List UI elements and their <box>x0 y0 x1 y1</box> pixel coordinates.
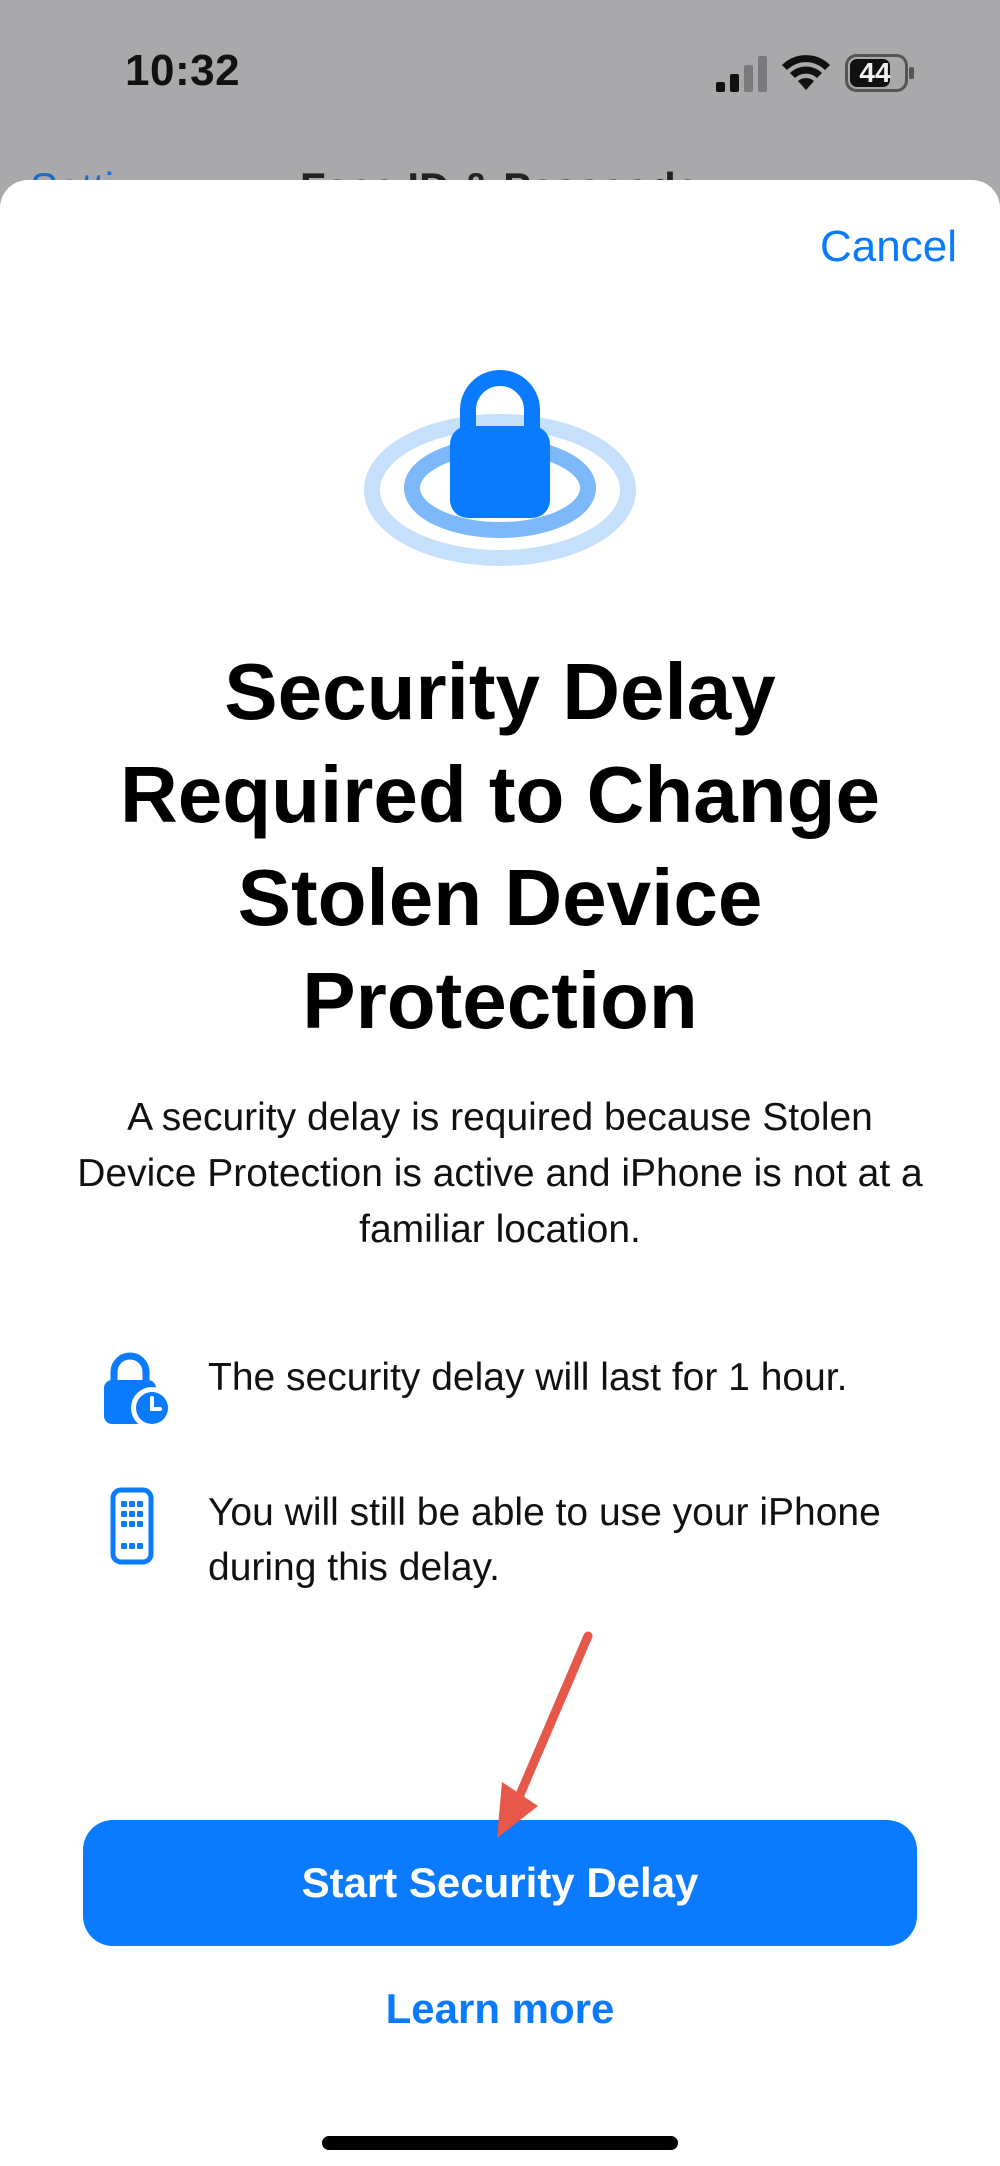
annotation-arrow-icon <box>497 1631 593 1838</box>
battery-level: 44 <box>859 57 891 88</box>
info-item-text: You will still be able to use your iPhon… <box>208 1491 881 1589</box>
status-time: 10:32 <box>125 46 241 95</box>
learn-more-link[interactable]: Learn more <box>300 1985 700 2033</box>
home-indicator <box>322 2136 678 2150</box>
wifi-icon <box>782 55 830 90</box>
iphone-icon <box>110 1487 154 1565</box>
lock-rings-icon <box>364 370 636 566</box>
cancel-button[interactable]: Cancel <box>820 222 957 272</box>
status-bar: 10:32 44 <box>0 0 1000 150</box>
sheet-title: Security Delay Required to Change Stolen… <box>119 647 881 1045</box>
sheet-description: A security delay is required because Sto… <box>77 1096 923 1251</box>
cellular-signal-icon <box>716 56 767 92</box>
security-delay-sheet: Cancel Security Delay Required to Change… <box>0 180 1000 2166</box>
lock-clock-icon <box>104 1352 173 1429</box>
info-item-text: The security delay will last for 1 hour. <box>208 1356 848 1399</box>
